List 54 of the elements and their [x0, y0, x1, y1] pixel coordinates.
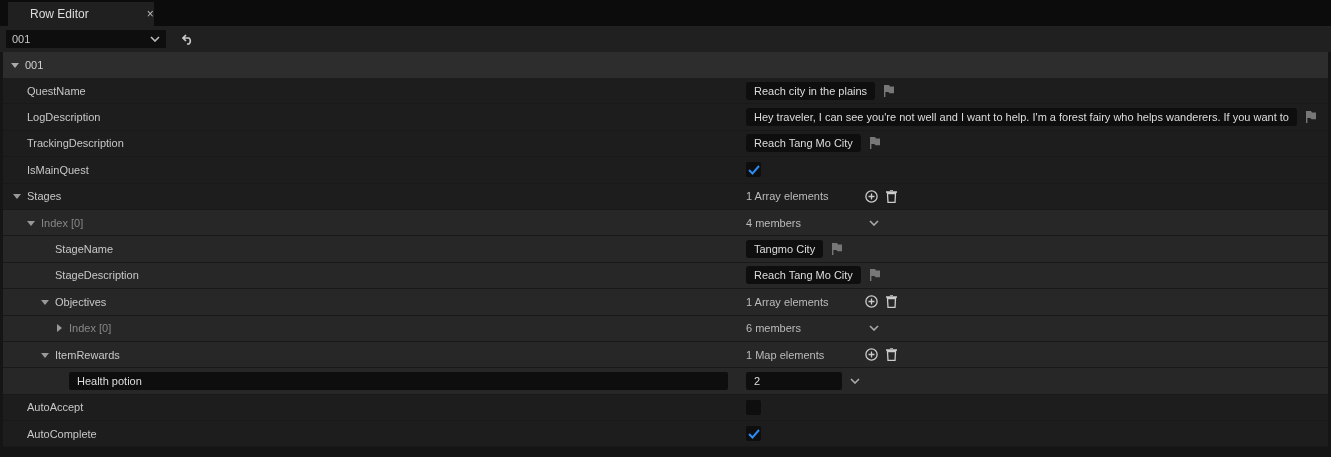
count-label: 1 Array elements: [746, 295, 830, 308]
text-field[interactable]: Reach city in the plains: [746, 81, 876, 100]
trash-icon[interactable]: [886, 189, 897, 203]
add-icon[interactable]: [865, 348, 878, 362]
chevron-down-icon: [150, 36, 160, 42]
count-label: 1 Map elements: [746, 348, 826, 361]
property-name: Objectives: [55, 295, 107, 308]
property-name: QuestName: [27, 84, 86, 97]
tab-title: Row Editor: [30, 7, 89, 21]
key-field[interactable]: Health potion: [69, 372, 728, 390]
checkbox[interactable]: [746, 162, 761, 178]
expand-arrow-icon[interactable]: [41, 297, 49, 306]
section-header[interactable]: 001: [3, 52, 1328, 78]
add-icon[interactable]: [865, 295, 878, 309]
flag-icon[interactable]: [831, 243, 843, 256]
text-field[interactable]: Tangmo City: [746, 240, 824, 259]
count-label: 6 members: [746, 322, 803, 335]
trash-icon[interactable]: [886, 348, 897, 362]
flag-icon[interactable]: [1304, 111, 1316, 124]
property-name: StageName: [55, 243, 114, 256]
property-name: StageDescription: [55, 269, 139, 282]
property-name: IsMainQuest: [27, 163, 89, 176]
chevron-down-icon[interactable]: [869, 325, 879, 332]
editor-tab[interactable]: Row Editor ×: [8, 2, 154, 26]
property-name: AutoAccept: [27, 401, 84, 414]
expand-arrow-icon[interactable]: [41, 350, 49, 359]
property-name: AutoComplete: [27, 427, 97, 440]
trash-icon[interactable]: [886, 295, 897, 309]
add-icon[interactable]: [865, 189, 878, 203]
text-field[interactable]: Reach Tang Mo City: [746, 266, 861, 285]
property-name: Stages: [27, 190, 62, 203]
expand-arrow-icon[interactable]: [27, 218, 35, 227]
undo-icon[interactable]: [182, 33, 194, 45]
chevron-down-icon[interactable]: [850, 378, 860, 384]
expand-arrow-icon[interactable]: [55, 324, 63, 333]
text-field[interactable]: Reach Tang Mo City: [746, 134, 861, 153]
value-field[interactable]: 2: [746, 372, 842, 390]
count-label: 1 Array elements: [746, 190, 830, 203]
close-button[interactable]: ×: [146, 7, 154, 21]
text-field[interactable]: Hey traveler, I can see you're not well and I want to help. I'm a forest fairy who helps wanderers. If you want to: [746, 108, 1297, 127]
property-name: Index [0]: [69, 322, 112, 335]
flag-icon[interactable]: [868, 269, 880, 282]
expand-arrow-icon[interactable]: [13, 192, 21, 201]
property-name: Index [0]: [41, 216, 84, 229]
chevron-down-icon[interactable]: [869, 219, 879, 226]
collapse-arrow-icon[interactable]: [11, 61, 19, 69]
checkbox[interactable]: [746, 426, 761, 442]
property-name: TrackingDescription: [27, 137, 124, 150]
property-name: ItemRewards: [55, 348, 120, 361]
flag-icon[interactable]: [883, 84, 895, 97]
row-dropdown[interactable]: 001: [6, 30, 166, 48]
property-name: LogDescription: [27, 111, 101, 124]
flag-icon[interactable]: [868, 137, 880, 150]
count-label: 4 members: [746, 216, 803, 229]
